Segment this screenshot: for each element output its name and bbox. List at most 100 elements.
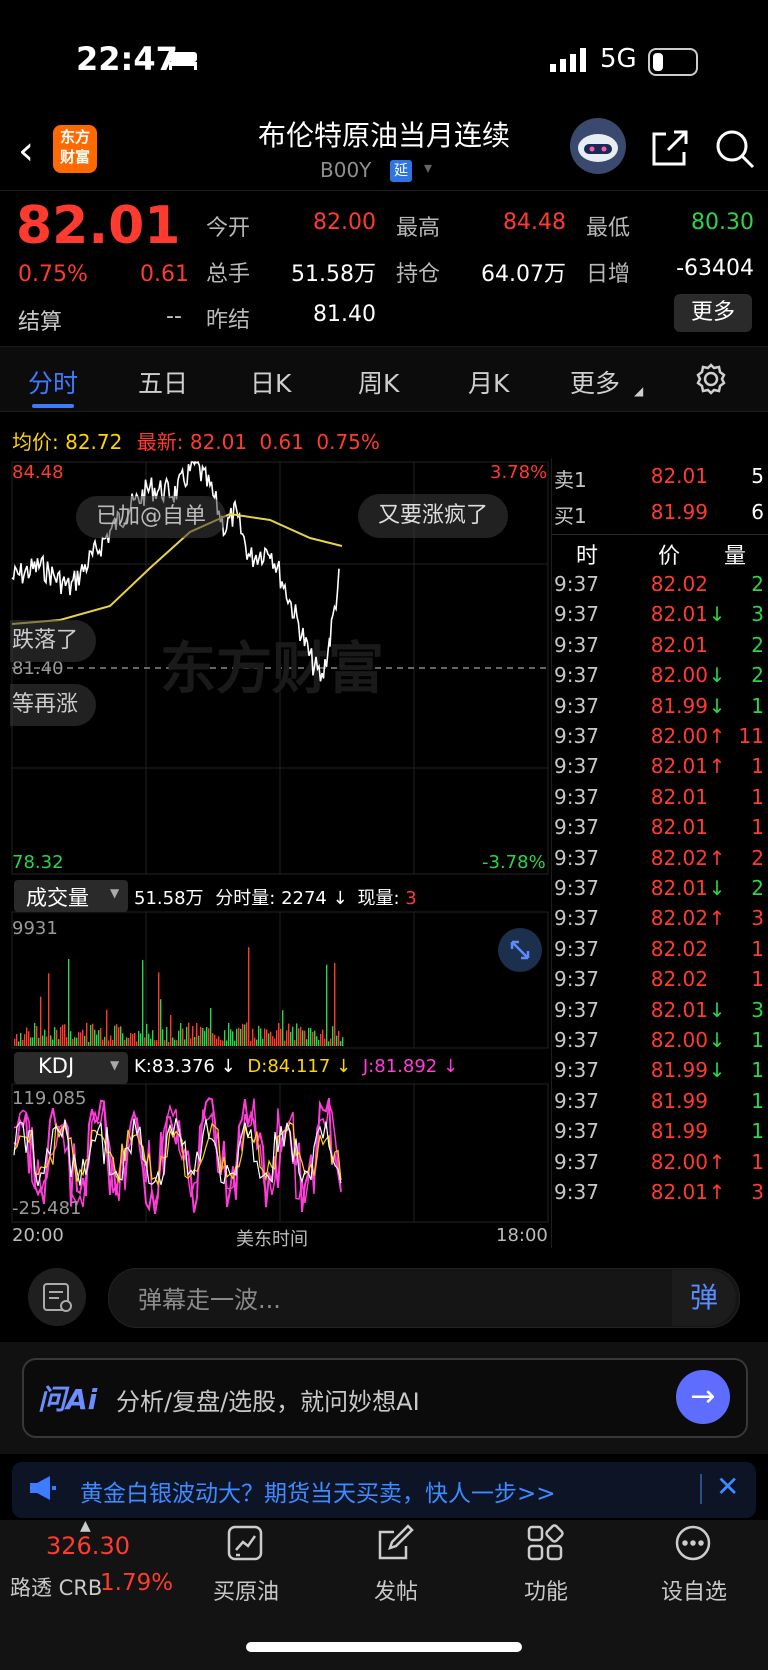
trade-price: 82.01 — [650, 602, 708, 627]
nav-functions[interactable]: 功能 — [486, 1574, 606, 1606]
crb-index-name[interactable]: 路透 CRB — [10, 1572, 102, 1602]
nav-buy-oil[interactable]: 买原油 — [186, 1574, 306, 1606]
trade-price: 82.01 — [650, 815, 708, 840]
back-arrow-icon[interactable]: ‹ — [18, 128, 34, 174]
trade-time: 9:37 — [554, 632, 599, 657]
trade-price: 82.00 — [650, 724, 708, 748]
grid-icon[interactable] — [526, 1524, 564, 1562]
instrument-code[interactable]: B00Y — [320, 158, 371, 182]
home-indicator — [246, 1642, 522, 1652]
trade-row: 9:37 82.00 ↑ 11 — [554, 724, 766, 756]
crb-index-pct[interactable]: 1.79% — [100, 1570, 173, 1596]
volume-bar — [208, 1028, 210, 1046]
trade-price: 82.01 — [650, 784, 708, 809]
trade-time: 9:37 — [554, 1119, 599, 1144]
volume-bar — [200, 1026, 202, 1046]
robot-avatar-icon[interactable] — [570, 118, 626, 174]
ai-logo: 问Ai — [38, 1383, 98, 1416]
volume-bar — [60, 1026, 62, 1046]
ask-label: 卖1 — [554, 468, 587, 492]
trade-price: 82.02 — [650, 906, 708, 931]
danmu-toggle-button[interactable]: 弹 — [672, 1270, 736, 1326]
trade-price: 81.99 — [650, 1088, 708, 1113]
search-icon[interactable] — [714, 128, 756, 174]
volume-bar — [20, 1032, 22, 1046]
volume-bar — [330, 1038, 332, 1046]
kdj-k: K:83.376 — [134, 1056, 215, 1077]
tab-monthly-k[interactable]: 月K — [468, 364, 509, 400]
nav-add-watchlist[interactable]: 设自选 — [634, 1574, 754, 1606]
trade-row: 9:37 82.02 2 — [554, 572, 766, 604]
volume-bar — [260, 1028, 262, 1046]
volume-bar — [290, 1031, 292, 1046]
arrow-right-icon[interactable]: → — [676, 1370, 730, 1424]
volume-value: 51.58万 — [291, 262, 376, 287]
trade-price: 82.01 — [650, 997, 708, 1022]
trade-qty: 3 — [751, 906, 764, 931]
volume-bar — [216, 1038, 218, 1046]
volume-bar — [226, 1040, 228, 1046]
caret-icon: ◢ — [634, 384, 644, 398]
volume-bar — [48, 973, 50, 1046]
trade-price: 82.00 — [650, 1149, 708, 1174]
tab-weekly-k[interactable]: 周K — [358, 364, 399, 400]
volume-bar — [14, 1038, 16, 1046]
divider — [551, 458, 552, 1248]
volume-bar — [276, 1030, 278, 1046]
nav-post[interactable]: 发帖 — [336, 1574, 456, 1606]
tab-daily-k[interactable]: 日K — [250, 364, 291, 400]
trade-price: 81.99 — [650, 1119, 708, 1144]
danmu-settings-icon[interactable] — [28, 1268, 86, 1326]
trade-price: 82.00 — [650, 1028, 708, 1052]
trade-time: 9:37 — [554, 967, 599, 992]
volume-bar — [56, 1029, 58, 1046]
trade-qty: 1 — [751, 1058, 764, 1083]
megaphone-icon — [28, 1474, 58, 1509]
trade-direction: ↓ — [708, 1028, 726, 1052]
trade-price: 81.99 — [650, 693, 708, 718]
volume-bar — [318, 1040, 320, 1046]
latest-change: 0.61 — [259, 430, 304, 454]
tab-intraday[interactable]: 分时 — [28, 364, 78, 400]
volume-bar — [338, 1031, 340, 1046]
expand-icon[interactable] — [498, 928, 542, 972]
latest-pct: 0.75% — [316, 430, 380, 454]
more-button[interactable]: 更多 — [674, 294, 752, 332]
volume-bar — [308, 1027, 310, 1046]
volume-selector[interactable]: 成交量 ▼ — [14, 880, 128, 912]
volume-bar — [88, 1041, 90, 1046]
volume-bar — [304, 1030, 306, 1046]
open-interest-value: 64.07万 — [481, 262, 566, 287]
volume-bar — [102, 1039, 104, 1046]
trade-row: 9:37 82.01 ↑ 1 — [554, 754, 766, 786]
bid-row: 买1 81.99 6 — [554, 500, 766, 532]
volume-bar — [326, 964, 328, 1046]
pct-max-label: 3.78% — [490, 462, 548, 483]
volume-bar — [160, 999, 162, 1046]
trade-time: 9:37 — [554, 602, 599, 627]
more-dots-icon[interactable] — [674, 1524, 712, 1562]
chevron-down-icon[interactable]: ▾ — [424, 158, 432, 177]
close-icon[interactable]: ✕ — [716, 1470, 739, 1503]
indicator-selector[interactable]: KDJ ▼ — [14, 1052, 128, 1084]
volume-bar — [282, 1010, 284, 1046]
intraday-chart[interactable]: 东方财富 — [0, 458, 552, 1230]
edit-icon[interactable] — [376, 1524, 414, 1562]
trade-row: 9:37 82.01 1 — [554, 785, 766, 817]
danmu-placeholder: 弹幕走一波... — [138, 1286, 281, 1314]
gear-icon[interactable] — [694, 362, 728, 400]
tab-more[interactable]: 更多 — [570, 364, 620, 400]
volume-bar — [144, 1037, 146, 1046]
x-axis-title: 美东时间 — [236, 1229, 308, 1250]
share-icon[interactable] — [650, 128, 690, 172]
delayed-badge: 延 — [390, 160, 412, 182]
trade-time: 9:37 — [554, 1058, 599, 1083]
tab-five-day[interactable]: 五日 — [138, 364, 188, 400]
trade-time: 9:37 — [554, 1149, 599, 1174]
volume-bar — [320, 1033, 322, 1046]
chart-trend-icon[interactable] — [226, 1524, 264, 1562]
volume-bar — [300, 1026, 302, 1046]
crb-index-value[interactable]: 326.30 — [46, 1532, 130, 1560]
trade-qty: 2 — [751, 876, 764, 900]
volume-bar — [142, 960, 144, 1046]
